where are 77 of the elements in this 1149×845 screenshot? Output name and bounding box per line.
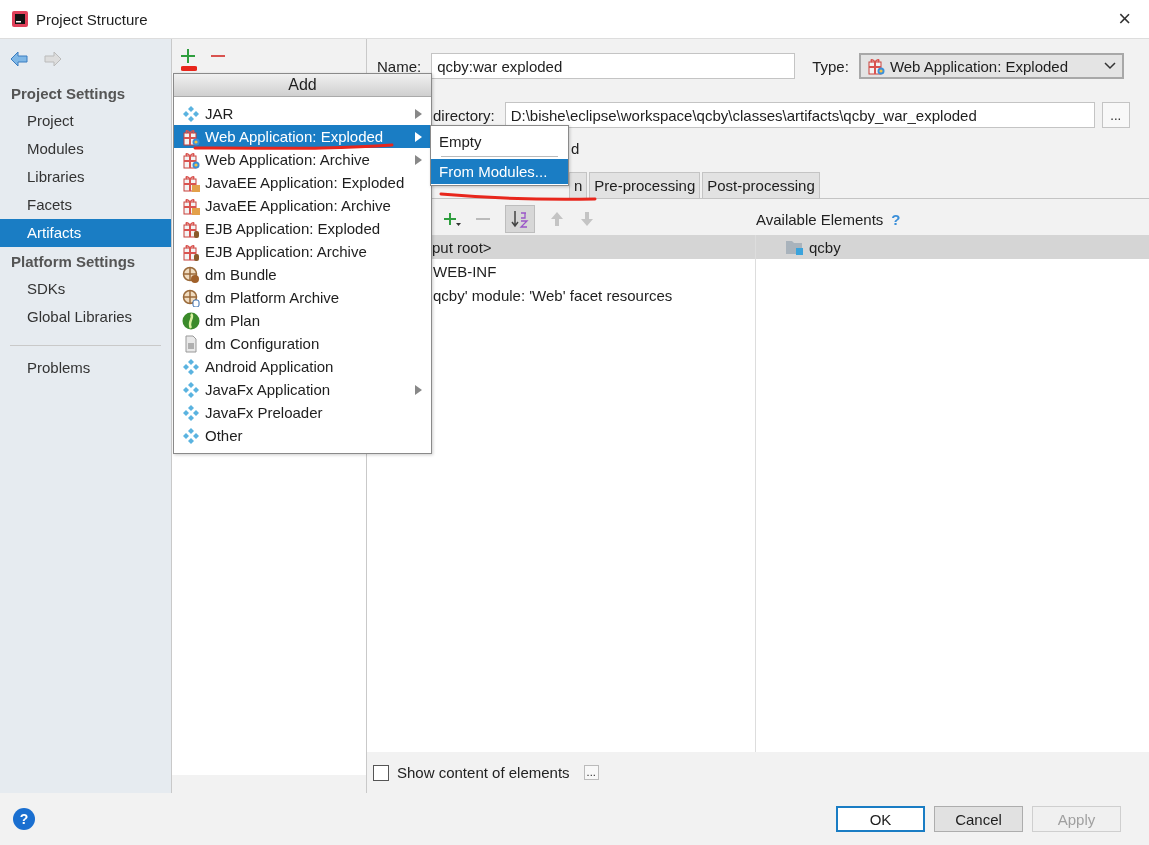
tree-item[interactable]: WEB-INF (433, 262, 497, 280)
menu-item[interactable]: Web Application: Exploded (174, 125, 431, 148)
globe-icon (182, 265, 200, 284)
type-dropdown[interactable]: Web Application: Exploded (858, 53, 1124, 79)
menu-item[interactable]: JavaEE Application: Exploded (174, 171, 431, 194)
gift-icon (182, 242, 200, 261)
tab[interactable]: n (569, 172, 588, 198)
plus-icon[interactable] (443, 211, 461, 227)
tree-row[interactable]: put root> (432, 235, 755, 259)
name-label: Name: (377, 57, 422, 75)
gift-icon (182, 150, 200, 169)
sort-icon (510, 209, 530, 229)
menu-item[interactable]: EJB Application: Exploded (174, 217, 431, 240)
window-title: Project Structure (36, 10, 149, 28)
available-elements-title: Available Elements (756, 210, 884, 228)
diamonds-icon (182, 426, 200, 445)
menu-item[interactable]: dm Bundle (174, 263, 431, 286)
folder-icon (786, 239, 804, 255)
sidebar-item[interactable]: Problems (0, 354, 171, 382)
menu-item[interactable]: dm Configuration (174, 332, 431, 355)
checkbox-label: d (571, 139, 580, 157)
sidebar-item[interactable]: Facets (0, 191, 171, 219)
sort-button[interactable] (505, 205, 535, 233)
help-button[interactable]: ? (13, 808, 35, 830)
sidebar-item[interactable]: Artifacts (0, 219, 171, 247)
tree-item[interactable]: qcby' module: 'Web' facet resources (433, 286, 673, 304)
globe-icon (182, 288, 200, 307)
menu-item[interactable]: JavaEE Application: Archive (174, 194, 431, 217)
gift-icon (182, 196, 200, 215)
section-heading: Platform Settings (10, 252, 137, 272)
type-label: Type: (812, 57, 849, 75)
annotation-stroke (181, 66, 197, 71)
sidebar-item[interactable]: Modules (0, 135, 171, 163)
back-arrow-icon[interactable] (10, 51, 28, 67)
gift-icon (182, 219, 200, 238)
menu-item[interactable]: JavaFx Preloader (174, 401, 431, 424)
menu-item[interactable]: Web Application: Archive (174, 148, 431, 171)
gift-icon (866, 57, 885, 75)
gift-icon (182, 173, 200, 192)
diamonds-icon (182, 380, 200, 399)
document-icon (182, 334, 200, 353)
sidebar-item[interactable]: SDKs (0, 275, 171, 303)
menu-item[interactable]: Empty (431, 129, 568, 154)
menu-item[interactable]: Other (174, 424, 431, 447)
chevron-icon (1103, 62, 1116, 70)
sidebar-item[interactable]: Global Libraries (0, 303, 171, 331)
sidebar-item[interactable]: Libraries (0, 163, 171, 191)
diamonds-icon (182, 357, 200, 376)
menu-item[interactable]: Android Application (174, 355, 431, 378)
tab[interactable]: Pre-processing (589, 172, 701, 198)
close-button[interactable]: × (1112, 6, 1137, 32)
diamonds-icon (182, 403, 200, 422)
sphere-icon (182, 311, 200, 330)
section-heading: Project Settings (10, 84, 127, 104)
sidebar-item[interactable]: Project (0, 107, 171, 135)
menu-item[interactable]: EJB Application: Archive (174, 240, 431, 263)
tab[interactable]: Post-processing (702, 172, 820, 198)
app-icon (12, 11, 28, 27)
gift-icon (182, 127, 200, 146)
checkbox[interactable] (373, 764, 389, 781)
output-directory-label: directory: (433, 106, 495, 124)
plus-icon[interactable] (180, 48, 196, 64)
menu-item[interactable]: JAR (174, 102, 431, 125)
menu-title: Add (174, 74, 431, 97)
tree-row[interactable]: qcby (756, 235, 1149, 259)
more-button[interactable]: ... (583, 765, 599, 780)
name-field[interactable]: qcby:war exploded (431, 53, 796, 79)
dialog-button[interactable]: OK (836, 806, 925, 832)
menu-item[interactable]: dm Platform Archive (174, 286, 431, 309)
browse-button[interactable]: ... (1101, 102, 1130, 128)
output-directory-field[interactable]: D:\bishe\eclipse\workspace\qcby\classes\artifacts\qcby_war_exploded (504, 102, 1095, 128)
checkbox-label: Show content of elements (397, 764, 570, 781)
diamonds-icon (182, 104, 200, 123)
menu-item[interactable]: From Modules... (431, 159, 568, 184)
dialog-button[interactable]: Cancel (934, 806, 1023, 832)
menu-item[interactable]: JavaFx Application (174, 378, 431, 401)
menu-item[interactable]: dm Plan (174, 309, 431, 332)
